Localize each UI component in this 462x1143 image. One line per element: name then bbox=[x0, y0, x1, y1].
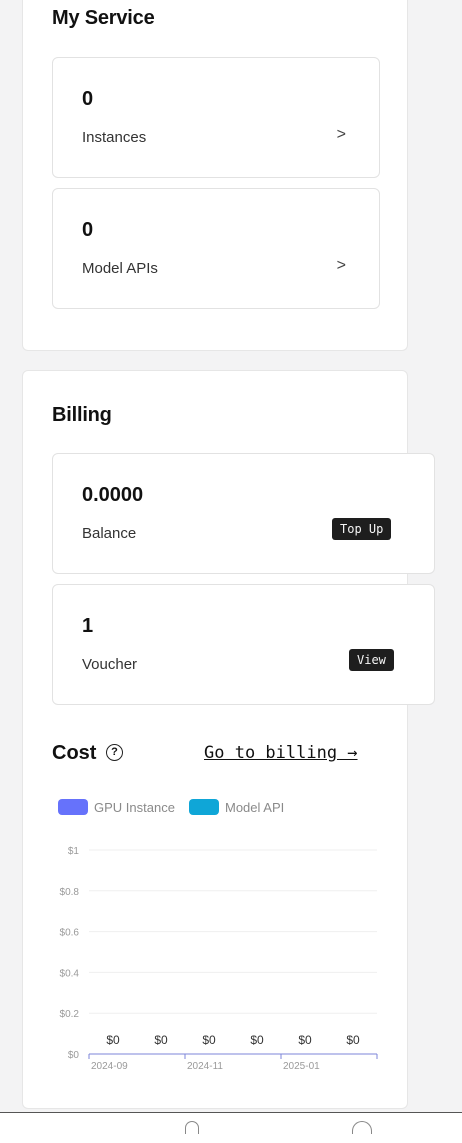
legend-gpu-instance[interactable]: GPU Instance bbox=[58, 799, 175, 815]
balance-value: 0.0000 bbox=[82, 484, 144, 506]
nav-icon[interactable] bbox=[352, 1121, 372, 1134]
my-service-panel: My Service 0 Instances > 0 Model APIs > bbox=[22, 0, 408, 351]
x-tick-label: 2025-01 bbox=[283, 1061, 320, 1072]
model-apis-card[interactable]: 0 Model APIs > bbox=[52, 188, 380, 309]
nav-icon[interactable] bbox=[185, 1121, 199, 1134]
legend-swatch-gpu bbox=[58, 799, 88, 815]
bottom-nav-bar bbox=[0, 1112, 462, 1143]
data-label: $0 bbox=[106, 1033, 120, 1047]
legend-label-gpu: GPU Instance bbox=[94, 799, 175, 815]
billing-panel: Billing 0.0000 Balance Top Up 1 Voucher … bbox=[22, 370, 435, 1109]
instances-label: Instances bbox=[82, 129, 147, 146]
model-apis-label: Model APIs bbox=[82, 260, 158, 277]
chevron-right-icon: > bbox=[336, 257, 346, 274]
data-label: $0 bbox=[346, 1033, 360, 1047]
data-label: $0 bbox=[202, 1033, 216, 1047]
balance-card: 0.0000 Balance Top Up bbox=[52, 453, 435, 574]
cost-title: Cost bbox=[52, 742, 97, 764]
legend-label-model-api: Model API bbox=[225, 799, 285, 815]
y-tick-label: $0 bbox=[68, 1050, 80, 1061]
data-label: $0 bbox=[298, 1033, 312, 1047]
voucher-card: 1 Voucher View bbox=[52, 584, 435, 705]
my-service-title: My Service bbox=[52, 7, 155, 29]
chevron-right-icon: > bbox=[336, 126, 346, 143]
data-label: $0 bbox=[250, 1033, 264, 1047]
y-tick-label: $0.6 bbox=[60, 928, 80, 939]
legend-swatch-model-api bbox=[189, 799, 219, 815]
x-tick-label: 2024-11 bbox=[187, 1061, 223, 1072]
y-tick-label: $0.2 bbox=[60, 1009, 80, 1020]
view-vouchers-button[interactable]: View bbox=[349, 649, 394, 671]
data-label: $0 bbox=[154, 1033, 168, 1047]
billing-title: Billing bbox=[52, 404, 112, 426]
go-to-billing-link[interactable]: Go to billing → bbox=[204, 743, 358, 763]
top-up-button[interactable]: Top Up bbox=[332, 518, 392, 540]
voucher-count: 1 bbox=[82, 615, 94, 637]
legend-model-api[interactable]: Model API bbox=[189, 799, 284, 815]
instances-card[interactable]: 0 Instances > bbox=[52, 57, 380, 178]
cost-chart: $0 $0.2 $0.4 $0.6 $0.8 $1 $0 $0 $0 $0 $0 $0 2024-09 2… bbox=[60, 846, 378, 1072]
y-tick-label: $1 bbox=[68, 846, 80, 857]
instances-count: 0 bbox=[82, 88, 94, 110]
model-apis-count: 0 bbox=[82, 219, 94, 241]
help-circle-icon[interactable]: ? bbox=[106, 744, 123, 761]
y-tick-label: $0.8 bbox=[60, 887, 80, 898]
voucher-label: Voucher bbox=[82, 656, 138, 673]
y-tick-label: $0.4 bbox=[60, 968, 80, 979]
x-tick-label: 2024-09 bbox=[91, 1061, 128, 1072]
balance-label: Balance bbox=[82, 525, 137, 542]
